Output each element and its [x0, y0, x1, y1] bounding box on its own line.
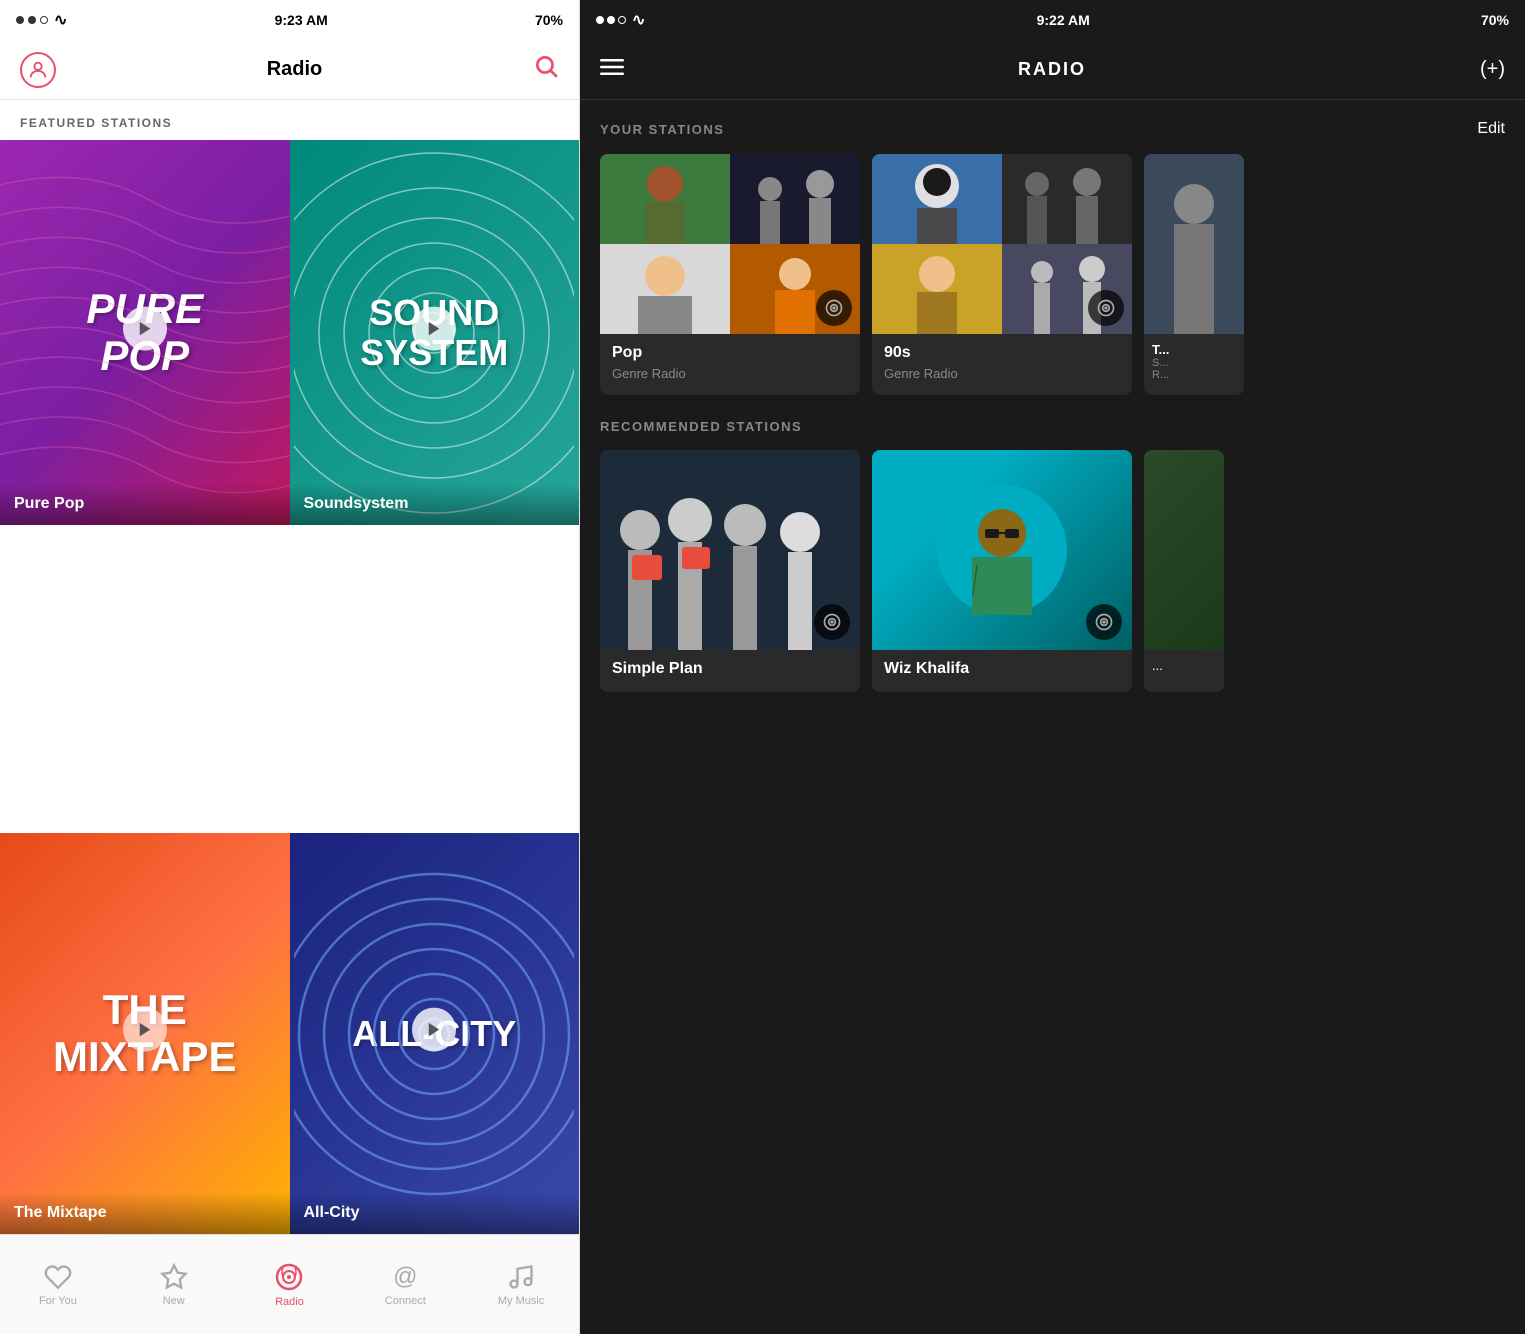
r-dot-3: [618, 16, 626, 24]
wiz-khalifa-portrait: [937, 485, 1067, 615]
left-header-title: Radio: [267, 58, 323, 81]
pop-radio-badge: [816, 290, 852, 326]
90s-station-images: [872, 154, 1132, 334]
soundsystem-play-button[interactable]: [412, 306, 456, 350]
nav-connect-label: Connect: [385, 1295, 426, 1307]
your-stations-row: Pop Genre Radio: [600, 154, 1505, 395]
nav-my-music[interactable]: My Music: [463, 1263, 579, 1307]
soundsystem-label: Soundsystem: [290, 483, 580, 525]
simple-plan-info: Simple Plan: [600, 650, 860, 692]
partial-station-card[interactable]: T... S... R...: [1144, 154, 1244, 395]
partial-rec-img: [1144, 450, 1224, 650]
right-header: RADIO (+): [580, 40, 1525, 100]
left-status-bar: ∿ 9:23 AM 70%: [0, 0, 579, 40]
profile-icon[interactable]: [20, 52, 56, 88]
nav-new-label: New: [163, 1295, 185, 1307]
search-button[interactable]: [533, 53, 559, 86]
recommended-stations-row: Simple Plan: [600, 450, 1505, 692]
right-header-title: RADIO: [1018, 59, 1086, 80]
right-wifi-icon: ∿: [632, 10, 645, 30]
mixtape-play-button[interactable]: [123, 1007, 167, 1051]
connect-icon: @: [393, 1263, 417, 1291]
pop-img-3: [600, 244, 730, 334]
90s-img-1: [872, 154, 1002, 244]
right-signal-dots: [596, 16, 626, 24]
left-panel: ∿ 9:23 AM 70% Radio FEATURED STATIONS: [0, 0, 580, 1334]
simple-plan-radio-badge: [814, 604, 850, 640]
wiz-khalifa-card[interactable]: Wiz Khalifa: [872, 450, 1132, 692]
nav-for-you[interactable]: For You: [0, 1263, 116, 1307]
partial-rec-card[interactable]: ...: [1144, 450, 1224, 692]
wiz-khalifa-info: Wiz Khalifa: [872, 650, 1132, 692]
nav-my-music-label: My Music: [498, 1295, 544, 1307]
wiz-khalifa-img: [872, 450, 1132, 650]
nav-radio-label: Radio: [275, 1296, 304, 1308]
your-stations-title: YOUR STATIONS: [600, 122, 724, 137]
pop-station-info: Pop Genre Radio: [600, 334, 860, 395]
wiz-khalifa-name: Wiz Khalifa: [884, 660, 1120, 678]
recommended-stations-title: RECOMMENDED STATIONS: [600, 419, 802, 434]
allcity-label: All-City: [290, 1192, 580, 1234]
pop-station-type: Genre Radio: [612, 366, 848, 381]
edit-button[interactable]: Edit: [1477, 120, 1505, 138]
partial-rec-name: ...: [1152, 658, 1216, 673]
left-time: 9:23 AM: [275, 12, 328, 28]
pop-station-name: Pop: [612, 344, 848, 362]
nav-for-you-label: For You: [39, 1295, 77, 1307]
allcity-play-button[interactable]: [412, 1007, 456, 1051]
station-card-pure-pop[interactable]: PUREPOP Pure Pop: [0, 140, 290, 525]
nav-radio[interactable]: Radio: [232, 1262, 348, 1308]
featured-label: FEATURED STATIONS: [0, 100, 579, 140]
status-left: ∿: [16, 10, 67, 30]
stations-grid: PUREPOP Pure Pop: [0, 140, 579, 1234]
pop-station-card[interactable]: Pop Genre Radio: [600, 154, 860, 395]
pop-station-images: [600, 154, 860, 334]
wifi-icon: ∿: [54, 10, 67, 30]
pure-pop-label: Pure Pop: [0, 483, 290, 525]
wiz-khalifa-radio-badge: [1086, 604, 1122, 640]
90s-img-2: [1002, 154, 1132, 244]
pop-img-2: [730, 154, 860, 244]
simple-plan-name: Simple Plan: [612, 660, 848, 678]
recommended-stations-header: RECOMMENDED STATIONS: [600, 419, 1505, 434]
right-panel: ∿ 9:22 AM 70% RADIO (+) YOUR STATIONS Ed…: [580, 0, 1525, 1334]
hamburger-menu-button[interactable]: [600, 55, 624, 85]
r-dot-1: [596, 16, 604, 24]
simple-plan-card[interactable]: Simple Plan: [600, 450, 860, 692]
pop-img-1: [600, 154, 730, 244]
partial-rec-info: ...: [1144, 650, 1224, 681]
90s-radio-badge: [1088, 290, 1124, 326]
signal-dots: [16, 16, 48, 24]
90s-station-name: 90s: [884, 344, 1120, 362]
90s-station-info: 90s Genre Radio: [872, 334, 1132, 395]
pure-pop-play-button[interactable]: [123, 306, 167, 350]
90s-station-type: Genre Radio: [884, 366, 1120, 381]
left-header: Radio: [0, 40, 579, 100]
90s-img-3: [872, 244, 1002, 334]
partial-station-info: T... S... R...: [1144, 334, 1244, 389]
right-status-bar: ∿ 9:22 AM 70%: [580, 0, 1525, 40]
right-battery: 70%: [1481, 12, 1509, 28]
nav-connect[interactable]: @ Connect: [347, 1263, 463, 1307]
add-station-button[interactable]: (+): [1480, 58, 1505, 81]
left-bottom-nav: For You New Radio @ Connect: [0, 1234, 579, 1334]
station-card-mixtape[interactable]: THEMIXTAPE The Mixtape: [0, 833, 290, 1234]
dot-3: [40, 16, 48, 24]
partial-station-img: [1144, 154, 1244, 334]
right-status-left: ∿: [596, 10, 645, 30]
right-content: YOUR STATIONS Edit: [580, 100, 1525, 1334]
r-dot-2: [607, 16, 615, 24]
right-time: 9:22 AM: [1037, 12, 1090, 28]
dot-2: [28, 16, 36, 24]
station-card-allcity[interactable]: ALL-CITY All-City: [290, 833, 580, 1234]
dot-1: [16, 16, 24, 24]
left-battery: 70%: [535, 12, 563, 28]
mixtape-label: The Mixtape: [0, 1192, 290, 1234]
90s-station-card[interactable]: 90s Genre Radio: [872, 154, 1132, 395]
station-card-soundsystem[interactable]: SOUNDSYSTEM Soundsystem: [290, 140, 580, 525]
simple-plan-img: [600, 450, 860, 650]
your-stations-header: YOUR STATIONS Edit: [600, 120, 1505, 138]
nav-new[interactable]: New: [116, 1263, 232, 1307]
